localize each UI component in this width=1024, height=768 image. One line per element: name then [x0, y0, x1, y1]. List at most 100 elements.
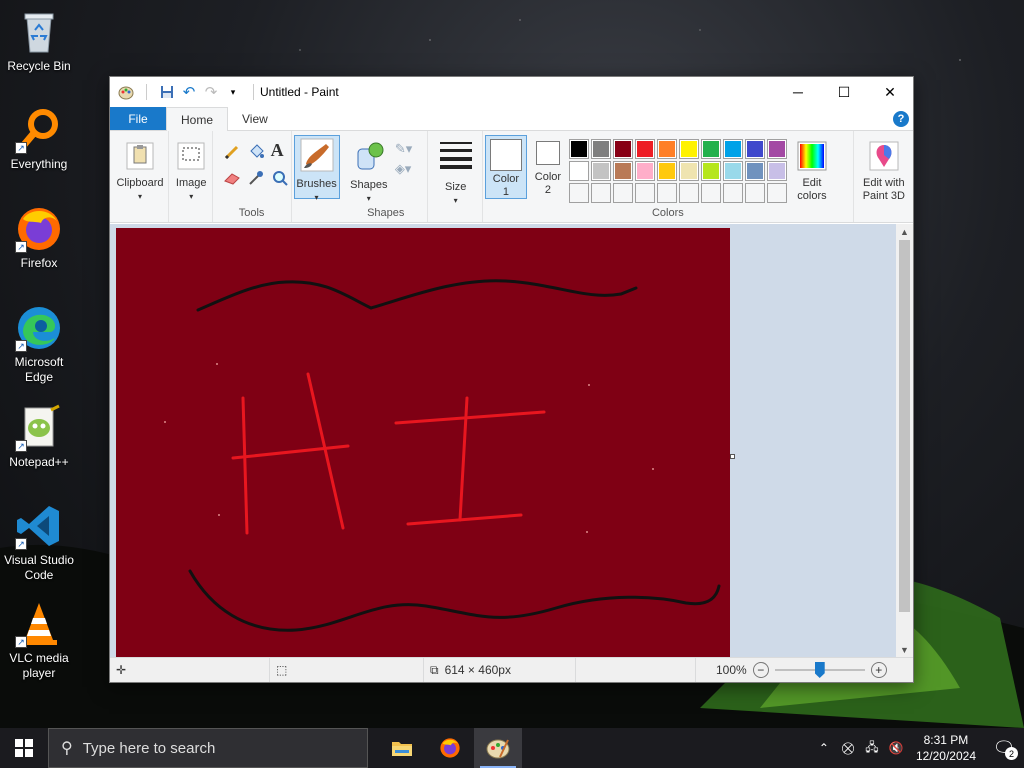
palette-swatch[interactable]: [700, 161, 721, 181]
palette-swatch[interactable]: [744, 139, 765, 159]
tab-view[interactable]: View: [228, 107, 282, 130]
palette-swatch[interactable]: [634, 161, 655, 181]
selection-size: ⬚: [270, 658, 424, 682]
paint-app-icon[interactable]: [118, 84, 134, 100]
palette-swatch[interactable]: [656, 139, 677, 159]
clipboard-button[interactable]: Clipboard ▾: [114, 141, 166, 203]
zoom-slider-thumb[interactable]: [814, 662, 825, 678]
taskbar-search-box[interactable]: ⚲ Type here to search: [48, 728, 368, 768]
magnifier-icon[interactable]: [271, 169, 289, 190]
palette-swatch[interactable]: [766, 161, 787, 181]
color-picker-icon[interactable]: [247, 169, 265, 190]
clock[interactable]: 8:31 PM 12/20/2024: [908, 732, 984, 764]
palette-swatch[interactable]: [634, 139, 655, 159]
network-alert-icon[interactable]: ⛒: [836, 741, 860, 756]
palette-swatch[interactable]: [722, 161, 743, 181]
palette-swatch[interactable]: [766, 139, 787, 159]
canvas-resize-handle[interactable]: [730, 454, 735, 459]
palette-swatch[interactable]: [678, 161, 699, 181]
taskbar-file-explorer[interactable]: [378, 728, 426, 768]
edit-colors-button[interactable]: Edit colors: [793, 141, 831, 203]
tab-home[interactable]: Home: [166, 107, 229, 131]
drawing-canvas[interactable]: [116, 228, 730, 657]
pencil-icon[interactable]: [223, 143, 241, 164]
palette-custom-slot[interactable]: [656, 183, 677, 203]
palette-swatch[interactable]: [590, 139, 611, 159]
palette-swatch[interactable]: [612, 161, 633, 181]
colors-group: Color 1 Color 2 Edit colors Colors: [483, 131, 854, 222]
network-icon[interactable]: 🖧: [860, 738, 884, 759]
save-icon[interactable]: [159, 84, 175, 100]
desktop-icon-edge[interactable]: ↗ Microsoft Edge: [2, 304, 76, 385]
fill-style-icon[interactable]: ◈▾: [395, 161, 412, 177]
palette-swatch[interactable]: [568, 161, 589, 181]
close-button[interactable]: ✕: [867, 77, 913, 107]
palette-custom-slot[interactable]: [568, 183, 589, 203]
title-bar[interactable]: ↶ ↷ ▾ Untitled - Paint ─ ☐ ✕: [110, 77, 913, 107]
scroll-down-arrow[interactable]: ▼: [896, 642, 913, 658]
help-icon[interactable]: ?: [893, 110, 909, 127]
palette-swatch[interactable]: [590, 161, 611, 181]
start-button[interactable]: [0, 728, 48, 768]
scroll-thumb[interactable]: [899, 240, 910, 612]
palette-custom-slot[interactable]: [722, 183, 743, 203]
color1-swatch: [489, 139, 522, 171]
redo-icon[interactable]: ↷: [203, 84, 219, 101]
brushes-button[interactable]: Brushes ▾: [293, 135, 340, 202]
palette-custom-slot[interactable]: [744, 183, 765, 203]
palette-swatch[interactable]: [656, 161, 677, 181]
eraser-icon[interactable]: [223, 169, 241, 190]
desktop-icon-vlc[interactable]: ↗ VLC media player: [2, 600, 76, 681]
desktop-icon-notepadpp[interactable]: ↗ Notepad++: [2, 404, 76, 470]
palette-swatch[interactable]: [568, 139, 589, 159]
outline-icon[interactable]: ✎▾: [395, 141, 412, 157]
image-group: Image ▾: [169, 131, 213, 222]
palette-custom-slot[interactable]: [766, 183, 787, 203]
paint-window: ↶ ↷ ▾ Untitled - Paint ─ ☐ ✕ File Home V…: [109, 76, 914, 683]
palette-custom-slot[interactable]: [678, 183, 699, 203]
customize-qat-icon[interactable]: ▾: [225, 84, 241, 100]
action-center-button[interactable]: 🗨 2: [984, 728, 1024, 768]
vertical-scrollbar[interactable]: ▲ ▼: [896, 224, 913, 658]
cursor-position: ✛: [110, 658, 270, 682]
palette-swatch[interactable]: [678, 139, 699, 159]
canvas-workspace: ▲ ▼: [110, 224, 913, 658]
maximize-button[interactable]: ☐: [821, 77, 867, 107]
volume-muted-icon[interactable]: 🔇: [884, 741, 908, 755]
folder-icon: [392, 742, 412, 756]
palette-swatch[interactable]: [700, 139, 721, 159]
taskbar-paint[interactable]: [474, 728, 522, 768]
desktop-icon-firefox[interactable]: ↗ Firefox: [2, 205, 76, 271]
color1-button[interactable]: Color 1: [484, 135, 527, 199]
desktop-icon-everything[interactable]: ↗ Everything: [2, 106, 76, 172]
undo-icon[interactable]: ↶: [181, 84, 197, 101]
minimize-button[interactable]: ─: [775, 77, 821, 107]
zoom-slider[interactable]: [774, 662, 865, 678]
taskbar-firefox[interactable]: [426, 728, 474, 768]
image-size-icon: ⧉: [430, 662, 439, 677]
select-icon: [173, 141, 209, 175]
tray-overflow-icon[interactable]: ⌃: [812, 741, 836, 755]
palette-custom-slot[interactable]: [700, 183, 721, 203]
scroll-up-arrow[interactable]: ▲: [896, 224, 913, 240]
firefox-icon: ↗: [15, 205, 63, 253]
palette-swatch[interactable]: [744, 161, 765, 181]
size-button[interactable]: Size ▾: [434, 139, 478, 207]
zoom-in-button[interactable]: +: [870, 662, 887, 678]
shapes-button[interactable]: Shapes ▾: [347, 141, 391, 205]
palette-custom-slot[interactable]: [590, 183, 611, 203]
palette-custom-slot[interactable]: [634, 183, 655, 203]
palette-custom-slot[interactable]: [612, 183, 633, 203]
desktop-icon-vscode[interactable]: ↗ Visual Studio Code: [2, 502, 76, 583]
fill-icon[interactable]: [247, 143, 265, 164]
tab-file[interactable]: File: [110, 107, 166, 130]
desktop-icon-recycle-bin[interactable]: Recycle Bin: [2, 8, 76, 74]
text-tool-icon[interactable]: A: [271, 140, 284, 161]
palette-swatch[interactable]: [612, 139, 633, 159]
zoom-out-button[interactable]: −: [752, 662, 769, 678]
color2-button[interactable]: Color 2: [531, 141, 565, 197]
image-button[interactable]: Image ▾: [173, 141, 209, 203]
palette-swatch[interactable]: [722, 139, 743, 159]
search-icon: ⚲: [61, 740, 73, 757]
edit-with-paint3d-button[interactable]: Edit with Paint 3D: [856, 141, 912, 203]
